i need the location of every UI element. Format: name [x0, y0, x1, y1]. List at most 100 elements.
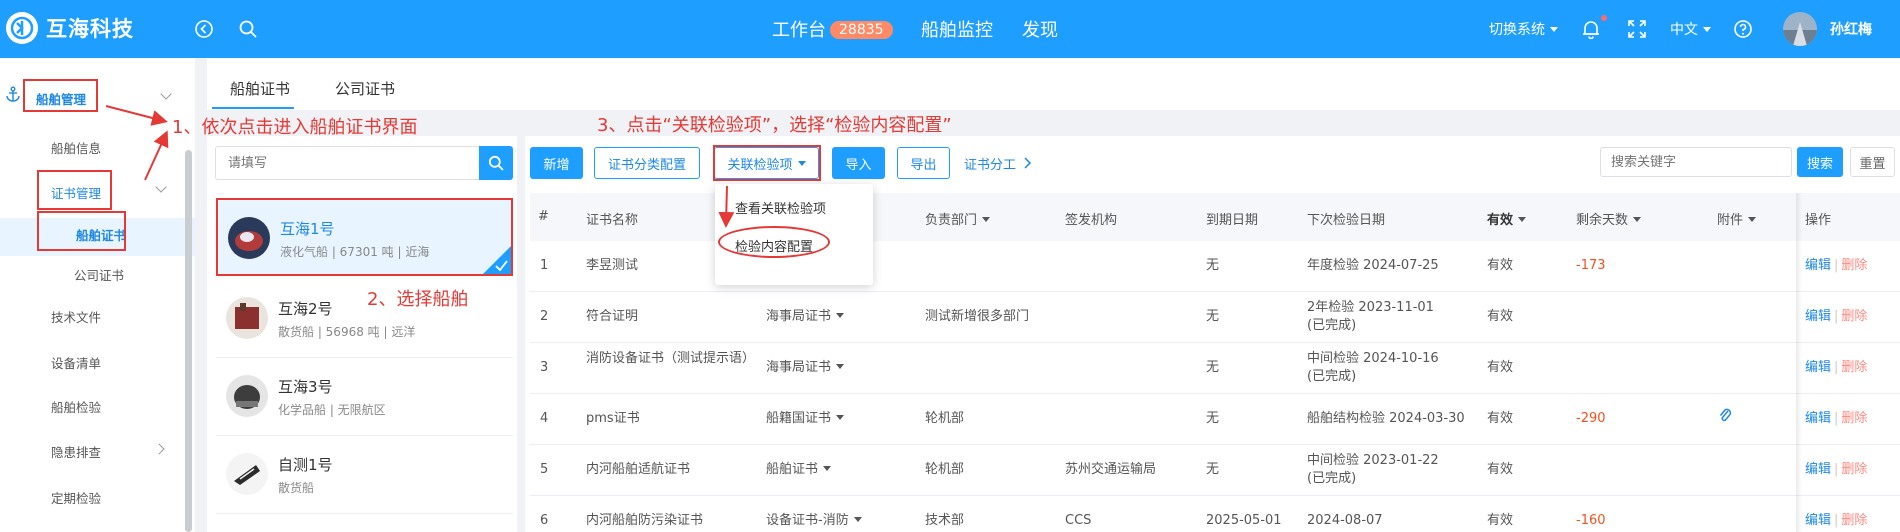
col-cert-name: 证书名称 — [586, 213, 639, 228]
user-name[interactable]: 孙红梅 — [1830, 19, 1872, 39]
delete-link[interactable]: 删除 — [1841, 258, 1867, 273]
next-inspection: 年度检验 2024-07-25 — [1307, 258, 1439, 273]
col-valid[interactable]: 有效 — [1487, 209, 1527, 228]
cert-type-select[interactable]: 设备证书-消防 — [766, 512, 862, 530]
top-navbar: 互海科技 工作台 28835 船舶监控 发现 切换系统 中文 孙红梅 — [0, 0, 1900, 58]
edit-link[interactable]: 编辑 — [1805, 462, 1831, 477]
table-row: 3 消防设备证书（测试提示语） 海事局证书 无 中间检验 2024-10-16 … — [530, 343, 1900, 394]
chevron-right-icon — [1024, 157, 1032, 169]
cert-name[interactable]: 内河船舶适航证书 — [586, 461, 690, 479]
row-ops: 编辑 | 删除 — [1805, 258, 1868, 273]
row-index: 2 — [540, 309, 549, 324]
dept: 轮机部 — [925, 462, 965, 477]
remaining-days: -290 — [1576, 411, 1606, 426]
nav-workbench[interactable]: 工作台 28835 — [772, 16, 893, 42]
switch-system-dropdown[interactable]: 切换系统 — [1489, 19, 1558, 39]
edit-link[interactable]: 编辑 — [1805, 513, 1831, 528]
table-row: 6 内河船舶防污染证书 设备证书-消防 技术部 CCS 2025-05-01 2… — [530, 496, 1900, 532]
language-dropdown[interactable]: 中文 — [1670, 19, 1711, 39]
cert-name[interactable]: pms证书 — [586, 410, 640, 428]
paperclip-icon[interactable] — [1718, 406, 1732, 430]
issuer: CCS — [1065, 513, 1092, 528]
col-remaining-label: 剩余天数 — [1576, 213, 1629, 228]
ship-card[interactable]: 自测1号 散货船 — [216, 436, 513, 514]
ship-search-input[interactable] — [215, 146, 479, 180]
sidebar-item-periodic-inspection[interactable]: 定期检验 — [51, 488, 101, 507]
cert-name[interactable]: 符合证明 — [586, 308, 638, 326]
delete-link[interactable]: 删除 — [1841, 360, 1867, 375]
edit-link[interactable]: 编辑 — [1805, 309, 1831, 324]
cert-type-select[interactable]: 船籍国证书 — [766, 410, 845, 428]
row-index: 4 — [540, 411, 549, 426]
col-next-inspection: 下次检验日期 — [1307, 213, 1386, 228]
cert-name[interactable]: 内河船舶防污染证书 — [586, 512, 703, 530]
keyword-search-input[interactable] — [1600, 147, 1792, 177]
ship-card[interactable]: 互海3号 化学品船 | 无限航区 — [216, 358, 513, 436]
help-icon[interactable] — [1730, 16, 1756, 42]
delete-link[interactable]: 删除 — [1841, 411, 1867, 426]
workbench-badge: 28835 — [830, 21, 893, 39]
nav-ship-monitor[interactable]: 船舶监控 — [921, 16, 993, 42]
cert-name[interactable]: 李昱测试 — [586, 257, 638, 275]
tab-ship-certificate[interactable]: 船舶证书 — [230, 78, 290, 99]
app-logo[interactable]: 互海科技 — [6, 12, 134, 44]
add-button[interactable]: 新增 — [530, 147, 583, 179]
sidebar-item-tech-files[interactable]: 技术文件 — [51, 307, 101, 326]
col-dept[interactable]: 负责部门 — [925, 209, 991, 228]
nav-discover[interactable]: 发现 — [1022, 16, 1058, 42]
export-button[interactable]: 导出 — [897, 147, 950, 179]
menu-item-view-linked[interactable]: 查看关联检验项 — [735, 198, 826, 217]
ship-search-button[interactable] — [479, 146, 513, 180]
delete-link[interactable]: 删除 — [1841, 513, 1867, 528]
tab-company-certificate[interactable]: 公司证书 — [335, 78, 395, 99]
ship-card[interactable]: 互海1号 液化气船 | 67301 吨 | 近海 — [216, 198, 513, 276]
reset-button[interactable]: 重置 — [1850, 147, 1895, 177]
user-avatar[interactable] — [1783, 12, 1817, 46]
cert-type-select[interactable]: 海事局证书 — [766, 359, 845, 377]
chevron-down-icon — [823, 466, 832, 471]
switch-system-label: 切换系统 — [1489, 22, 1545, 38]
fullscreen-icon[interactable] — [1624, 16, 1650, 42]
cert-division-link[interactable]: 证书分工 — [958, 147, 1038, 179]
chevron-down-icon — [1748, 217, 1757, 222]
valid-status: 有效 — [1487, 411, 1514, 426]
notification-dot — [1601, 15, 1607, 21]
cert-type: 设备证书-消防 — [766, 513, 849, 528]
sidebar-item-company-certificate[interactable]: 公司证书 — [74, 265, 124, 284]
col-attachment[interactable]: 附件 — [1717, 209, 1757, 228]
cert-name[interactable]: 消防设备证书（测试提示语） — [586, 350, 755, 368]
ship-thumbnail — [226, 375, 268, 417]
sidebar-item-equipment-list[interactable]: 设备清单 — [51, 353, 101, 372]
delete-link[interactable]: 删除 — [1841, 462, 1867, 477]
ship-desc: 散货船 | 56968 吨 | 远洋 — [278, 325, 416, 339]
chevron-down-icon — [836, 415, 845, 420]
delete-link[interactable]: 删除 — [1841, 309, 1867, 324]
back-icon[interactable] — [191, 16, 217, 42]
edit-link[interactable]: 编辑 — [1805, 360, 1831, 375]
cert-type-select[interactable]: 船舶证书 — [766, 461, 832, 479]
edit-link[interactable]: 编辑 — [1805, 411, 1831, 426]
annotation-step2: 2、选择船舶 — [367, 289, 469, 310]
sidebar-item-ship-info[interactable]: 船舶信息 — [51, 138, 101, 157]
col-issuer: 签发机构 — [1065, 213, 1118, 228]
next-inspection: 中间检验 2023-01-22 (已完成) — [1307, 453, 1439, 486]
chevron-down-icon — [1550, 27, 1558, 32]
category-config-button[interactable]: 证书分类配置 — [594, 147, 700, 179]
search-button[interactable]: 搜索 — [1797, 147, 1843, 177]
row-ops: 编辑 | 删除 — [1805, 309, 1868, 324]
issuer: 苏州交通运输局 — [1065, 462, 1157, 477]
cert-type: 海事局证书 — [766, 360, 832, 375]
cert-type-select[interactable]: 海事局证书 — [766, 308, 845, 326]
remaining-days: -160 — [1576, 513, 1606, 528]
bell-icon[interactable] — [1578, 16, 1604, 42]
row-index: 5 — [540, 462, 549, 477]
edit-link[interactable]: 编辑 — [1805, 258, 1831, 273]
col-ops: 操作 — [1805, 213, 1832, 228]
search-icon[interactable] — [235, 16, 261, 42]
col-remaining[interactable]: 剩余天数 — [1576, 209, 1642, 228]
sidebar-scrollbar[interactable] — [185, 150, 192, 532]
sidebar-item-hazard-check[interactable]: 隐患排查 — [51, 442, 101, 461]
import-button[interactable]: 导入 — [832, 147, 885, 179]
col-index: # — [538, 209, 549, 224]
sidebar-item-ship-inspection[interactable]: 船舶检验 — [51, 397, 101, 416]
